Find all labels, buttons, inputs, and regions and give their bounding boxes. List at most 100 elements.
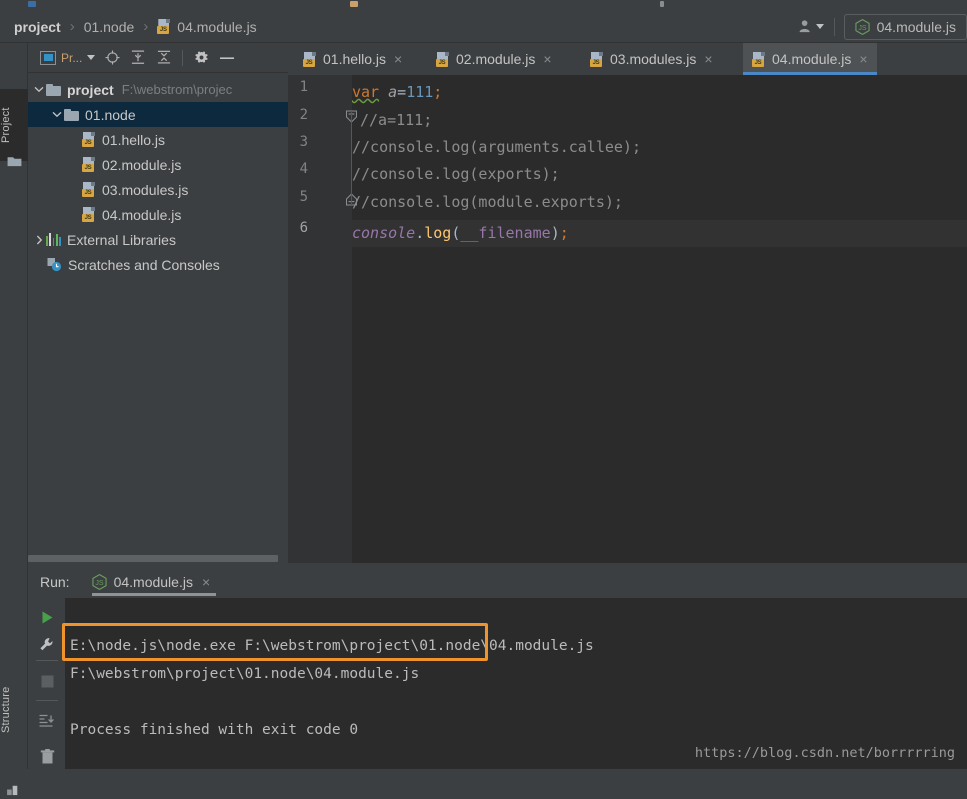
tree-item-scratches-and-consoles[interactable]: Scratches and Consoles [28, 252, 288, 277]
code-text-area[interactable]: var a=111; //a=111; //console.log(argume… [352, 75, 967, 563]
left-tool-window-strip: Project Structure [0, 43, 28, 796]
sidebar-item-structure[interactable]: Structure [0, 675, 28, 745]
tree-item-01hellojs[interactable]: JS 01.hello.js [28, 127, 288, 152]
divider [36, 660, 58, 661]
close-icon[interactable]: × [543, 52, 551, 66]
tree-item-02modulejs[interactable]: JS 02.module.js [28, 152, 288, 177]
run-tool-window: Run: JS 04.module.js × E:\node.js\node.e… [28, 566, 967, 769]
tree-item-label: 04.module.js [102, 206, 182, 223]
line-number: 3 [299, 134, 308, 150]
close-icon[interactable]: × [202, 575, 210, 589]
svg-text:JS: JS [95, 580, 104, 587]
folder-icon [46, 83, 61, 96]
project-view-label: Pr... [61, 50, 83, 65]
folder-icon[interactable] [7, 155, 22, 167]
divider [36, 700, 58, 701]
locate-icon[interactable] [99, 45, 125, 71]
run-configuration-selector[interactable]: JS 04.module.js [843, 13, 967, 40]
divider [182, 49, 184, 66]
chevron-right-icon[interactable] [32, 233, 46, 247]
code-line-4: //console.log(exports); [352, 165, 560, 183]
tree-item-project[interactable]: project F:\webstrom\projec [28, 77, 288, 102]
stop-icon[interactable] [34, 668, 60, 694]
js-file-icon: JS [82, 207, 96, 222]
tree-item-label: Scratches and Consoles [68, 256, 220, 273]
tab-04modulejs[interactable]: JS 04.module.js × [743, 43, 877, 75]
line-number: 6 [299, 220, 308, 236]
hide-icon[interactable] [214, 45, 240, 71]
code-editor[interactable]: 1 2 3 4 5 6 var a=111; //a=111; //consol… [288, 75, 967, 563]
expand-all-icon[interactable] [125, 45, 151, 71]
code-line-5: //console.log(module.exports); [352, 193, 623, 211]
navigation-bar: project › 01.node › JS 04.module.js JS 0… [0, 11, 967, 43]
collapse-all-icon[interactable] [151, 45, 177, 71]
breadcrumb-item-file[interactable]: JS 04.module.js [157, 18, 257, 35]
trash-icon[interactable] [34, 744, 60, 770]
run-tab-label: 04.module.js [113, 574, 193, 590]
structure-icon[interactable] [7, 783, 21, 796]
chevron-down-icon[interactable] [87, 55, 96, 60]
settings-gear-icon[interactable] [188, 45, 214, 71]
rerun-play-icon[interactable] [34, 604, 60, 630]
breadcrumb-item-project[interactable]: project [14, 19, 61, 35]
sidebar-item-project[interactable]: Project [0, 89, 28, 161]
js-file-icon: JS [303, 51, 317, 67]
window-chrome-sliver [0, 0, 967, 11]
tree-item-label: project [67, 81, 114, 98]
tree-item-label: 01.node [85, 106, 136, 123]
js-file-icon: JS [752, 51, 766, 67]
close-icon[interactable]: × [704, 52, 712, 66]
tree-item-path: F:\webstrom\projec [121, 82, 233, 97]
tree-item-03modulesjs[interactable]: JS 03.modules.js [28, 177, 288, 202]
js-file-icon: JS [590, 51, 604, 67]
console-line: Process finished with exit code 0 [70, 722, 359, 738]
line-number: 2 [299, 107, 308, 123]
js-file-icon: JS [82, 157, 96, 172]
tab-03modulesjs[interactable]: JS 03.modules.js × [581, 43, 722, 75]
project-tree-horizontal-scrollbar[interactable] [28, 553, 288, 563]
tree-item-04modulejs[interactable]: JS 04.module.js [28, 202, 288, 227]
navigation-bar-right: JS 04.module.js [799, 13, 967, 40]
project-tree[interactable]: project F:\webstrom\projec 01.node JS 01… [28, 73, 288, 553]
chevron-down-icon[interactable] [816, 24, 825, 29]
divider [833, 17, 835, 36]
project-view-selector[interactable]: Pr... [36, 47, 99, 69]
editor-tab-bar: JS 01.hello.js × JS 02.module.js × JS 03… [288, 43, 967, 75]
user-icon[interactable] [799, 16, 825, 38]
tree-item-label: External Libraries [67, 231, 176, 248]
js-file-icon: JS [157, 19, 171, 34]
editor-gutter[interactable]: 1 2 3 4 5 6 [288, 75, 357, 563]
ide-window: project › 01.node › JS 04.module.js JS 0… [0, 0, 967, 796]
scratches-icon [46, 257, 62, 272]
breadcrumb-item-01node[interactable]: 01.node [84, 19, 135, 35]
nodejs-icon: JS [854, 18, 870, 35]
breadcrumb-item-file-label: 04.module.js [177, 18, 257, 35]
run-tab-04modulejs[interactable]: JS 04.module.js × [91, 566, 217, 598]
tree-item-external-libraries[interactable]: External Libraries [28, 227, 288, 252]
chevron-down-icon[interactable] [50, 108, 64, 122]
scroll-to-end-icon[interactable] [34, 708, 60, 734]
close-icon[interactable]: × [394, 52, 402, 66]
tab-label: 01.hello.js [323, 51, 387, 67]
console-line: F:\webstrom\project\01.node\04.module.js [70, 666, 420, 682]
tab-label: 02.module.js [456, 51, 536, 67]
code-line-1: var a=111; [352, 83, 443, 101]
js-file-icon: JS [82, 132, 96, 147]
js-file-icon: JS [436, 51, 450, 67]
line-number: 1 [299, 79, 308, 95]
libraries-icon [46, 233, 61, 246]
run-tool-window-header: Run: JS 04.module.js × [28, 566, 967, 598]
code-line-6: console.log(__filename); [352, 224, 569, 242]
run-side-toolbar [28, 598, 65, 769]
tab-01hellojs[interactable]: JS 01.hello.js × [294, 43, 411, 75]
watermark: https://blog.csdn.net/borrrrring [694, 745, 955, 761]
tree-item-01node[interactable]: 01.node [28, 102, 288, 127]
wrench-settings-icon[interactable] [34, 632, 60, 658]
tab-label: 04.module.js [772, 51, 852, 67]
chevron-down-icon[interactable] [32, 83, 46, 97]
tab-02modulejs[interactable]: JS 02.module.js × [427, 43, 561, 75]
line-number: 4 [299, 161, 308, 177]
scrollbar-thumb[interactable] [28, 555, 278, 562]
chrome-dot-right [660, 1, 664, 7]
close-icon[interactable]: × [859, 52, 867, 66]
